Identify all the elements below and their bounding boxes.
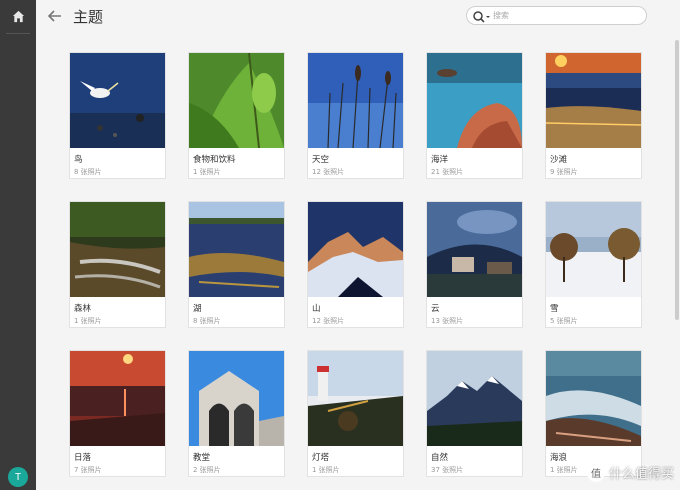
topic-card[interactable]: 教堂 2 张照片 — [188, 350, 285, 477]
topic-card[interactable]: 鸟 8 张照片 — [69, 52, 166, 179]
topic-thumbnail[interactable] — [70, 351, 165, 446]
topic-photo-count: 1 张照片 — [312, 466, 340, 474]
topic-card[interactable]: 海洋 21 张照片 — [426, 52, 523, 179]
topic-label: 湖 — [193, 304, 202, 314]
topic-label: 灯塔 — [312, 453, 330, 463]
topic-photo-count: 8 张照片 — [193, 317, 221, 325]
topic-photo-count: 21 张照片 — [431, 168, 464, 176]
topic-thumbnail[interactable] — [308, 202, 403, 297]
watermark: 值 什么值得买 — [586, 463, 674, 482]
topic-label: 教堂 — [193, 453, 211, 463]
page-title: 主题 — [73, 8, 104, 26]
topic-grid: 鸟 8 张照片 食物和饮料 1 张照片 天空 12 张照片 海洋 21 张照片 沙滩 9 张照片森… — [69, 52, 642, 477]
header: 主题 — [36, 0, 680, 34]
topic-card[interactable]: 雪 5 张照片 — [545, 201, 642, 328]
search-input[interactable] — [493, 8, 641, 23]
topic-label: 日落 — [74, 453, 92, 463]
topic-photo-count: 13 张照片 — [431, 317, 464, 325]
topic-card[interactable]: 沙滩 9 张照片 — [545, 52, 642, 179]
topic-thumbnail[interactable] — [189, 202, 284, 297]
topic-label: 海洋 — [431, 155, 449, 165]
topic-thumbnail[interactable] — [427, 53, 522, 148]
scrollbar[interactable] — [674, 0, 680, 490]
topic-photo-count: 8 张照片 — [74, 168, 102, 176]
topic-photo-count: 7 张照片 — [74, 466, 102, 474]
topic-label: 天空 — [312, 155, 330, 165]
topic-thumbnail[interactable] — [308, 351, 403, 446]
sidebar: T — [0, 0, 36, 490]
topic-thumbnail[interactable] — [189, 351, 284, 446]
back-arrow-icon[interactable] — [46, 7, 64, 25]
topic-photo-count: 9 张照片 — [550, 168, 578, 176]
topic-thumbnail[interactable] — [546, 202, 641, 297]
home-icon[interactable] — [9, 7, 27, 25]
topic-photo-count: 12 张照片 — [312, 317, 345, 325]
topic-card[interactable]: 云 13 张照片 — [426, 201, 523, 328]
topic-photo-count: 2 张照片 — [193, 466, 221, 474]
topic-photo-count: 5 张照片 — [550, 317, 578, 325]
topic-thumbnail[interactable] — [546, 53, 641, 148]
topic-card[interactable]: 森林 1 张照片 — [69, 201, 166, 328]
topic-thumbnail[interactable] — [70, 53, 165, 148]
topic-thumbnail[interactable] — [70, 202, 165, 297]
topic-card[interactable]: 海浪 1 张照片 — [545, 350, 642, 477]
topic-card[interactable]: 天空 12 张照片 — [307, 52, 404, 179]
watermark-text: 什么值得买 — [608, 467, 674, 482]
search-box[interactable] — [466, 6, 647, 25]
topic-card[interactable]: 灯塔 1 张照片 — [307, 350, 404, 477]
topic-label: 云 — [431, 304, 440, 314]
topic-photo-count: 1 张照片 — [74, 317, 102, 325]
topic-label: 食物和饮料 — [193, 155, 236, 165]
topic-thumbnail[interactable] — [427, 351, 522, 446]
topic-label: 鸟 — [74, 155, 83, 165]
topic-photo-count: 1 张照片 — [193, 168, 221, 176]
topic-card[interactable]: 山 12 张照片 — [307, 201, 404, 328]
topic-thumbnail[interactable] — [546, 351, 641, 446]
topic-label: 雪 — [550, 304, 559, 314]
scrollbar-thumb[interactable] — [675, 40, 679, 320]
topic-label: 森林 — [74, 304, 92, 314]
topic-label: 自然 — [431, 453, 449, 463]
topic-photo-count: 37 张照片 — [431, 466, 464, 474]
topic-thumbnail[interactable] — [427, 202, 522, 297]
watermark-logo: 值 — [586, 463, 605, 482]
topic-label: 海浪 — [550, 453, 568, 463]
topic-photo-count: 12 张照片 — [312, 168, 345, 176]
topic-card[interactable]: 自然 37 张照片 — [426, 350, 523, 477]
avatar[interactable]: T — [8, 467, 28, 487]
topic-card[interactable]: 食物和饮料 1 张照片 — [188, 52, 285, 179]
topic-card[interactable]: 湖 8 张照片 — [188, 201, 285, 328]
topic-thumbnail[interactable] — [189, 53, 284, 148]
topic-thumbnail[interactable] — [308, 53, 403, 148]
topic-label: 山 — [312, 304, 321, 314]
sidebar-divider — [6, 33, 30, 34]
search-icon[interactable] — [472, 9, 492, 23]
topic-card[interactable]: 日落 7 张照片 — [69, 350, 166, 477]
topic-label: 沙滩 — [550, 155, 568, 165]
